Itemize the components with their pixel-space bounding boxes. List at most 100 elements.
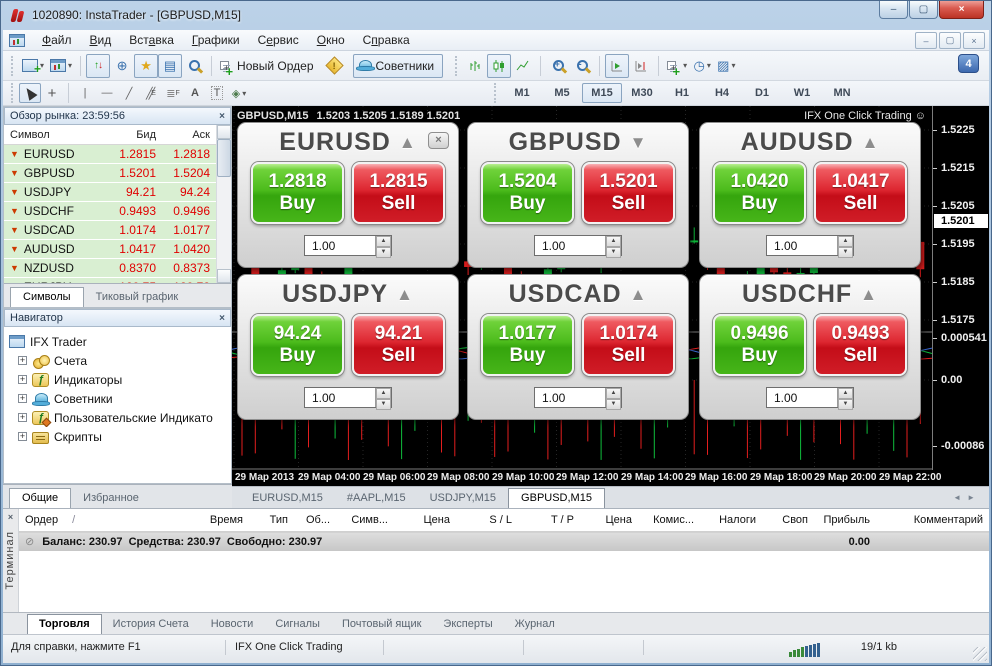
sell-button[interactable]: 1.0417Sell	[814, 162, 907, 224]
column-swap[interactable]: Своп	[762, 509, 814, 532]
market-watch-toggle[interactable]: ↑↓	[86, 54, 110, 78]
timeframe-m1[interactable]: M1	[502, 83, 542, 103]
sell-button[interactable]: 0.9493Sell	[814, 314, 907, 376]
buy-button[interactable]: 94.24Buy	[251, 314, 344, 376]
tree-item-custom-indicators[interactable]: Пользовательские Индикато	[9, 408, 231, 427]
table-row[interactable]: ▼NZDUSD0.83700.8373	[4, 259, 216, 278]
bar-chart-button[interactable]	[463, 54, 487, 78]
new-order-button[interactable]: Новый Ордер	[217, 54, 322, 78]
column-symbol[interactable]: Симв...	[336, 509, 394, 532]
timeframe-m15[interactable]: M15	[582, 83, 622, 103]
metaeditor-button[interactable]: !	[323, 54, 347, 78]
sell-button[interactable]: 1.2815Sell	[352, 162, 445, 224]
strategy-tester-button[interactable]	[182, 54, 206, 78]
restore-button[interactable]: ▢	[909, 0, 938, 19]
minimize-button[interactable]: –	[879, 0, 908, 19]
column-symbol[interactable]: Символ	[4, 129, 104, 141]
chart-window-icon[interactable]	[9, 34, 25, 47]
auto-scroll-toggle[interactable]	[605, 54, 629, 78]
spin-down-icon[interactable]: ▼	[606, 247, 621, 258]
tree-item-indicators[interactable]: Индикаторы	[9, 370, 231, 389]
mdi-minimize-button[interactable]: –	[915, 32, 937, 49]
sell-button[interactable]: 94.21Sell	[352, 314, 445, 376]
menu-insert[interactable]: Вставка	[120, 30, 183, 50]
scroll-down-icon[interactable]	[217, 269, 231, 283]
column-tp[interactable]: T / P	[518, 509, 580, 532]
buy-button[interactable]: 0.9496Buy	[713, 314, 806, 376]
chart-shift-button[interactable]	[629, 54, 653, 78]
panel-title[interactable]: GBPUSD▼	[468, 128, 688, 158]
tab-scroll-arrows[interactable]: ◄►	[953, 493, 981, 502]
buy-button[interactable]: 1.0177Buy	[481, 314, 574, 376]
menu-help[interactable]: Справка	[354, 30, 419, 50]
panel-title[interactable]: EURUSD▲	[238, 128, 458, 158]
close-icon[interactable]: ×	[428, 132, 449, 149]
table-row[interactable]: ▼USDJPY94.2194.24	[4, 183, 216, 202]
tab-gbpusd[interactable]: GBPUSD,M15	[508, 488, 605, 508]
spin-up-icon[interactable]: ▲	[376, 236, 391, 247]
close-icon[interactable]: ×	[5, 512, 16, 523]
templates-button[interactable]: ▨▾	[714, 54, 738, 78]
close-icon[interactable]: ×	[219, 111, 225, 122]
table-row[interactable]: ▼USDCHF0.94930.9496	[4, 202, 216, 221]
fibonacci-tool[interactable]: ≣	[162, 83, 184, 103]
scroll-up-icon[interactable]	[217, 125, 231, 139]
table-row[interactable]: ▼AUDUSD1.04171.0420	[4, 240, 216, 259]
zoom-in-button[interactable]: +	[546, 54, 570, 78]
buy-button[interactable]: 1.0420Buy	[713, 162, 806, 224]
tab-eurusd[interactable]: EURUSD,M15	[240, 489, 335, 508]
profiles-button[interactable]: ▾	[47, 54, 75, 78]
tab-signals[interactable]: Сигналы	[264, 615, 331, 634]
menu-charts[interactable]: Графики	[183, 30, 249, 50]
timeframe-m30[interactable]: M30	[622, 83, 662, 103]
volume-input[interactable]: 1.00▲▼	[304, 387, 392, 408]
chevron-down-icon[interactable]: ▾	[242, 89, 246, 98]
zoom-out-button[interactable]: -	[570, 54, 594, 78]
tab-tick-chart[interactable]: Тиковый график	[84, 288, 191, 307]
tree-item-root[interactable]: IFX Trader	[9, 332, 231, 351]
volume-input[interactable]: 1.00▲▼	[534, 387, 622, 408]
column-volume[interactable]: Об...	[294, 509, 336, 532]
tree-item-scripts[interactable]: Скрипты	[9, 427, 231, 446]
scrollbar-thumb[interactable]	[217, 139, 231, 177]
indicators-button[interactable]: ▾	[664, 54, 690, 78]
vertical-line-tool[interactable]: |	[74, 83, 96, 103]
crosshair-tool[interactable]: +	[41, 83, 63, 103]
periods-button[interactable]: ◷▾	[690, 54, 714, 78]
sell-button[interactable]: 1.5201Sell	[582, 162, 675, 224]
panel-title[interactable]: USDCHF▲	[700, 280, 920, 310]
text-tool[interactable]: A	[184, 83, 206, 103]
candlestick-button[interactable]	[487, 54, 511, 78]
chevron-down-icon[interactable]: ▾	[683, 61, 687, 70]
chevron-down-icon[interactable]: ▾	[707, 61, 711, 70]
navigator-toggle[interactable]: ★	[134, 54, 158, 78]
table-row[interactable]: ▼USDCAD1.01741.0177	[4, 221, 216, 240]
terminal-toggle[interactable]: ▤	[158, 54, 182, 78]
expand-icon[interactable]	[18, 394, 27, 403]
menu-view[interactable]: Вид	[81, 30, 121, 50]
mdi-restore-button[interactable]: ▢	[939, 32, 961, 49]
spin-down-icon[interactable]: ▼	[606, 399, 621, 410]
column-taxes[interactable]: Налоги	[700, 509, 762, 532]
expand-icon[interactable]	[18, 356, 27, 365]
spin-down-icon[interactable]: ▼	[838, 399, 853, 410]
trendline-tool[interactable]: ╱	[118, 83, 140, 103]
tab-common[interactable]: Общие	[9, 488, 71, 508]
expand-icon[interactable]	[18, 432, 27, 441]
tab-mailbox[interactable]: Почтовый ящик	[331, 615, 432, 634]
tab-usdjpy[interactable]: USDJPY,M15	[418, 489, 508, 508]
expand-icon[interactable]	[18, 375, 27, 384]
timeframe-w1[interactable]: W1	[782, 83, 822, 103]
menu-file[interactable]: Файл	[33, 30, 81, 50]
notifications-badge[interactable]: 4	[958, 54, 979, 73]
menu-tools[interactable]: Сервис	[249, 30, 308, 50]
tab-account-history[interactable]: История Счета	[102, 615, 200, 634]
column-price2[interactable]: Цена	[580, 509, 638, 532]
timeframe-h4[interactable]: H4	[702, 83, 742, 103]
column-bid[interactable]: Бид	[104, 129, 162, 141]
spin-up-icon[interactable]: ▲	[838, 388, 853, 399]
chevron-down-icon[interactable]: ▾	[68, 61, 72, 70]
timeframe-m5[interactable]: M5	[542, 83, 582, 103]
mdi-close-button[interactable]: ×	[963, 32, 985, 49]
tab-journal[interactable]: Журнал	[504, 615, 566, 634]
